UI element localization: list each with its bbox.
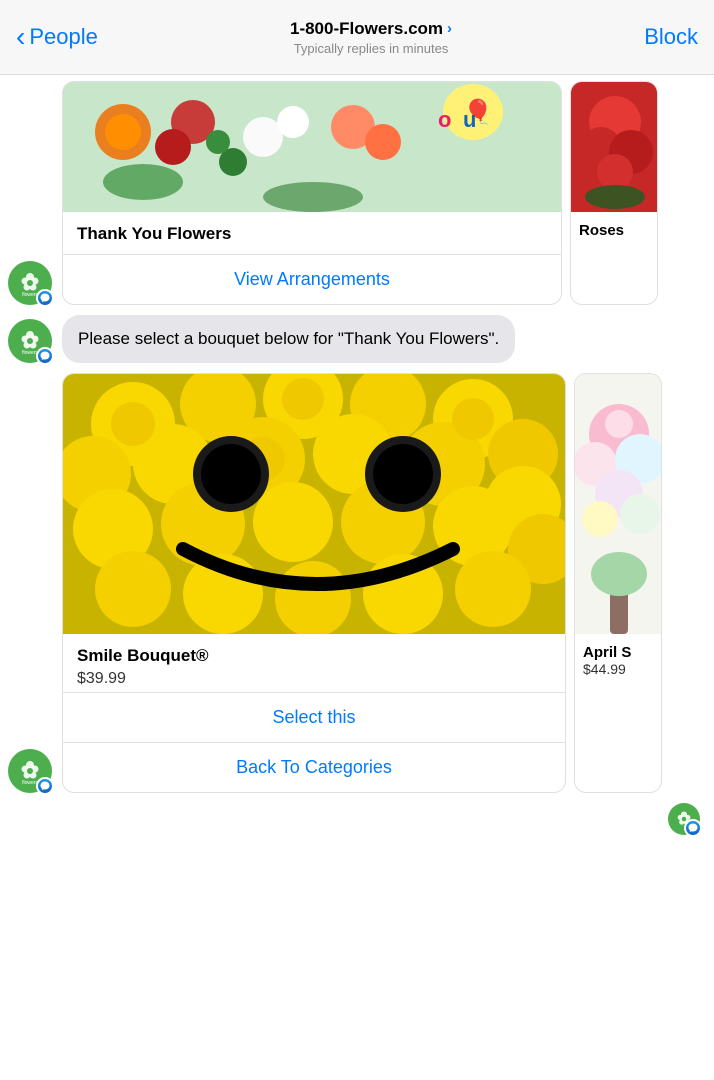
chat-area: flowers — [0, 75, 714, 855]
view-arrangements-button[interactable]: View Arrangements — [63, 255, 561, 304]
back-label: People — [29, 24, 98, 50]
view-arrangements-action[interactable]: View Arrangements — [63, 255, 561, 304]
back-to-categories-action[interactable]: Back To Categories — [63, 743, 565, 792]
roses-card-title: Roses — [579, 222, 649, 239]
thank-you-flowers-image: 🎈 o u — [63, 82, 561, 212]
messenger-badge-2 — [36, 347, 54, 365]
select-this-button[interactable]: Select this — [63, 693, 565, 742]
back-button[interactable]: ‹ People — [16, 23, 98, 51]
header: ‹ People 1-800-Flowers.com › Typically r… — [0, 0, 714, 75]
chevron-left-icon: ‹ — [16, 23, 25, 51]
header-title[interactable]: 1-800-Flowers.com › — [98, 19, 644, 39]
header-subtitle: Typically replies in minutes — [98, 41, 644, 56]
block-button[interactable]: Block — [644, 24, 698, 50]
bot-avatar-2: flowers — [8, 319, 52, 363]
smile-card-title: Smile Bouquet® — [77, 646, 551, 666]
april-card-price: $44.99 — [583, 661, 653, 677]
flowers-arrangement-svg: 🎈 o u — [63, 82, 561, 212]
back-to-categories-button[interactable]: Back To Categories — [63, 743, 565, 792]
message-bubble-1: Please select a bouquet below for "Thank… — [62, 315, 515, 363]
smile-bouquet-image — [63, 374, 565, 634]
info-arrow-icon: › — [447, 20, 452, 37]
april-image — [575, 374, 661, 634]
header-center: 1-800-Flowers.com › Typically replies in… — [98, 19, 644, 56]
roses-image — [571, 82, 657, 212]
select-this-action[interactable]: Select this — [63, 693, 565, 742]
svg-text:o: o — [438, 107, 451, 132]
bottom-avatar-row — [0, 797, 714, 835]
message-row-1: flowers Please select a bouquet below fo… — [0, 309, 714, 369]
smile-card-price: $39.99 — [77, 670, 551, 688]
bot-avatar-4 — [668, 803, 700, 835]
smile-bouquet-card: Smile Bouquet® $39.99 Select this Back T… — [62, 373, 566, 793]
april-card-body: April S $44.99 — [575, 634, 661, 677]
smiley-bouquet-svg — [63, 374, 565, 634]
thank-you-flowers-card: 🎈 o u Thank You Flowers View Arrangeme — [62, 81, 562, 305]
messenger-badge-4 — [684, 819, 702, 837]
april-partial-card: April S $44.99 — [574, 373, 662, 793]
bot-avatar-1: flowers — [8, 261, 52, 305]
bot-avatar-3: flowers — [8, 749, 52, 793]
thank-you-card-body: Thank You Flowers — [63, 212, 561, 244]
messenger-badge-icon — [36, 289, 54, 307]
roses-partial-card: Roses — [570, 81, 658, 305]
thank-you-card-title: Thank You Flowers — [77, 224, 547, 244]
smile-card-body: Smile Bouquet® $39.99 — [63, 634, 565, 688]
svg-text:u: u — [463, 107, 476, 132]
april-card-title: April S — [583, 644, 653, 661]
messenger-badge-3 — [36, 777, 54, 795]
roses-card-body: Roses — [571, 212, 657, 239]
